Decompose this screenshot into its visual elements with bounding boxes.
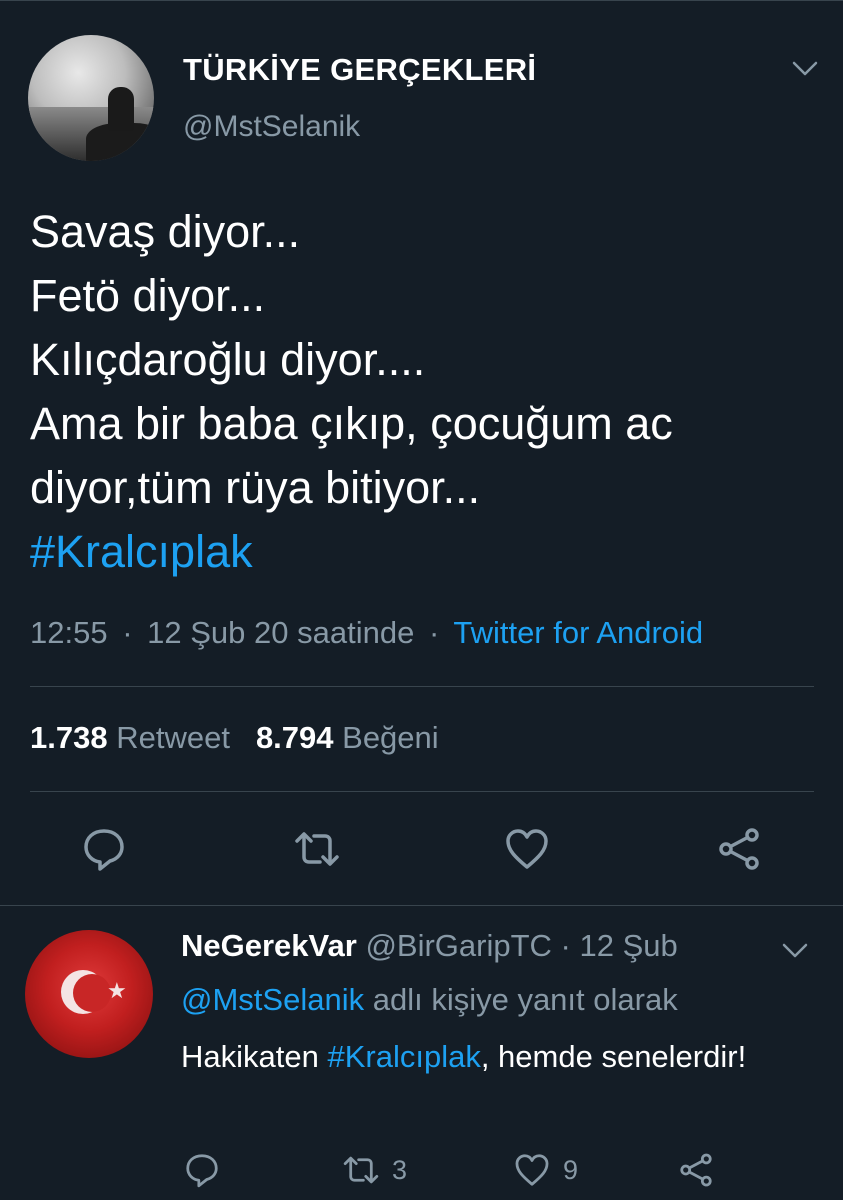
reply-display-name[interactable]: NeGerekVar [181,928,357,963]
hashtag-link[interactable]: #Kralcıplak [327,1039,480,1074]
tweet-meta: 12:55 · 12 Şub 20 saatinde · Twitter for… [30,615,703,651]
like-count: 9 [563,1154,579,1185]
retweet-label: Retweet [116,720,230,755]
reply-text-start: Hakikaten [181,1039,328,1074]
reply-context: @MstSelanik adlı kişiye yanıt olarak [181,982,678,1018]
retweet-icon [343,1156,379,1184]
source-link[interactable]: Twitter for Android [453,615,703,650]
mention-link[interactable]: @MstSelanik [181,982,364,1017]
retweet-count: 1.738 [30,720,108,755]
reply-context-text: adlı kişiye yanıt olarak [372,982,678,1017]
flag-star-icon: ★ [107,978,127,1003]
divider [30,686,814,687]
section-divider [0,905,843,906]
reply-text-end: , hemde senelerdir! [480,1039,747,1074]
retweet-stat[interactable]: 1.738 Retweet [30,720,230,755]
main-tweet[interactable]: TÜRKİYE GERÇEKLERİ @MstSelanik Savaş diy… [0,0,843,905]
tweet-text-line: Fetö diyor... [30,270,266,321]
reply-icon[interactable] [80,825,128,873]
like-icon [515,1154,549,1186]
share-icon [680,1153,712,1187]
display-name[interactable]: TÜRKİYE GERÇEKLERİ [183,52,536,88]
retweet-count: 3 [392,1154,408,1185]
hashtag-link[interactable]: #Kralcıplak [30,520,820,584]
retweet-icon[interactable] [293,825,341,873]
like-label: Beğeni [342,720,439,755]
like-stat[interactable]: 8.794 Beğeni [256,720,439,755]
tweet-text-line: Kılıçdaroğlu diyor.... [30,334,426,385]
like-count: 8.794 [255,720,334,755]
tweet-text-line: Ama bir baba çıkıp, çocuğum ac [30,398,673,449]
meta-separator: · [122,615,133,650]
share-icon[interactable] [715,825,763,873]
tweet-text-line: Savaş diyor... [30,206,301,257]
tweet-text-line: diyor,tüm rüya bitiyor... [30,462,481,513]
avatar[interactable] [28,35,154,161]
like-icon[interactable] [503,825,551,873]
reply-icon [186,1154,218,1188]
tweet-stats: 1.738 Retweet 8.794 Beğeni [30,720,439,756]
reply-text: Hakikaten #Kralcıplak, hemde senelerdir! [181,1033,801,1081]
chevron-down-icon[interactable] [782,942,808,960]
share-action-button[interactable] [677,1150,715,1190]
reply-header: NeGerekVar @BirGaripTC · 12 Şub [181,928,678,964]
like-action-button[interactable]: 9 [513,1150,578,1190]
tweet-time: 12:55 [30,615,108,650]
reply-avatar[interactable]: ★ [25,930,153,1058]
user-handle[interactable]: @MstSelanik [183,110,360,144]
divider [30,791,814,792]
avatar-person [108,87,134,131]
reply-action-button[interactable] [183,1150,221,1190]
reply-handle[interactable]: @BirGaripTC [365,928,551,963]
tweet-date: 12 Şub 20 saatinde [147,615,415,650]
flag-crescent-cut [73,974,111,1012]
tweet-text: Savaş diyor... Fetö diyor... Kılıçdaroğl… [30,200,820,584]
chevron-down-icon[interactable] [792,60,818,78]
reply-date: 12 Şub [579,928,678,963]
retweet-action-button[interactable]: 3 [342,1150,407,1190]
meta-separator: · [560,928,571,963]
meta-separator: · [428,615,440,650]
